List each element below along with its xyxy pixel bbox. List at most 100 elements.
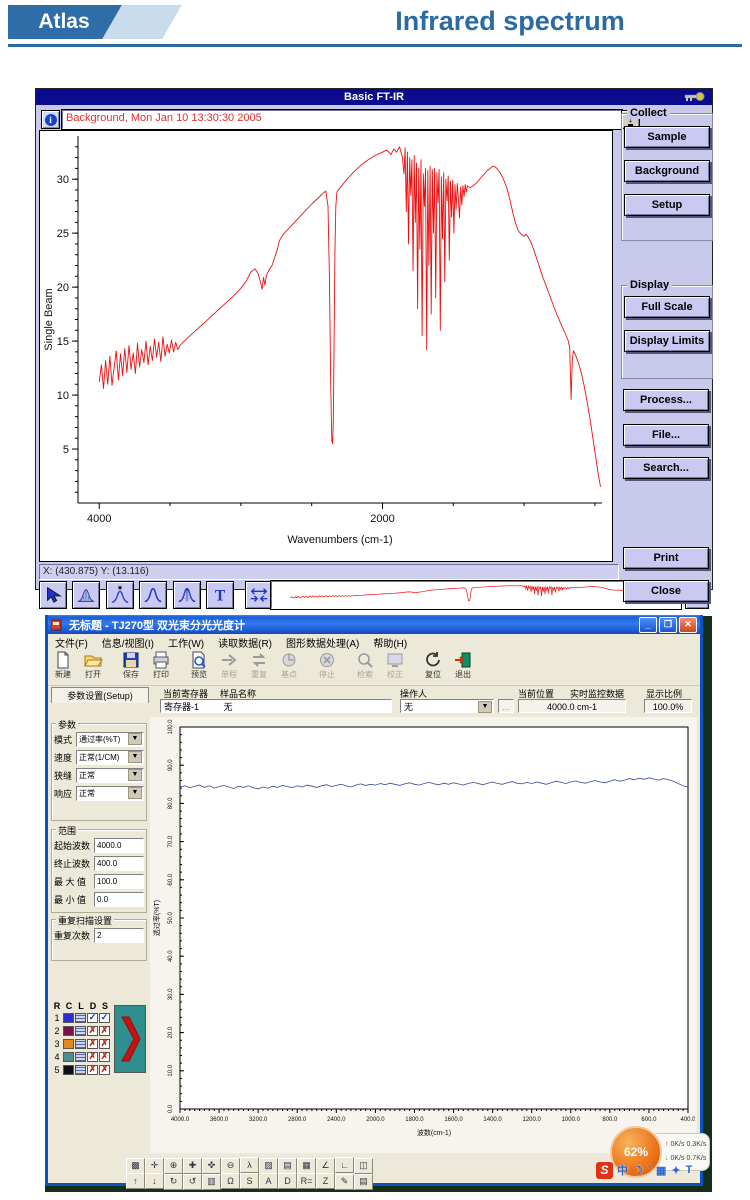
sogou-logo-icon[interactable]: S (596, 1162, 613, 1179)
register-color-swatch[interactable] (63, 1013, 74, 1023)
param-value[interactable]: 正常(1/CM)▼ (76, 750, 144, 765)
register-color-swatch[interactable] (63, 1065, 74, 1075)
combo-arrow-icon[interactable]: ▼ (128, 751, 142, 763)
spectrum-overview-strip[interactable] (271, 581, 681, 609)
menu-item[interactable]: 文件(F) (55, 635, 88, 650)
operator-combo[interactable]: 无 ▼ (400, 699, 494, 713)
graph-tool-button[interactable]: ↻ (164, 1174, 183, 1190)
register-save-checkbox[interactable]: ✗ (99, 1026, 110, 1036)
toolbar-preview-button[interactable]: 预览 (184, 650, 214, 683)
graph-tool-button[interactable]: ▥ (202, 1174, 221, 1190)
register-display-checkbox[interactable]: ✗ (87, 1052, 98, 1062)
toolbar-save-button[interactable]: 保存 (116, 650, 146, 683)
run-indicator-panel[interactable] (114, 1005, 146, 1073)
display-limits-button[interactable]: Display Limits (624, 330, 710, 352)
graph-tool-button[interactable]: Z (316, 1173, 335, 1189)
param-value[interactable]: 400.0 (94, 856, 144, 871)
register-linestyle-cell[interactable] (75, 1039, 86, 1049)
register-display-checkbox[interactable]: ✗ (87, 1026, 98, 1036)
info-button[interactable]: i (41, 110, 60, 129)
process-button[interactable]: Process... (623, 389, 709, 411)
graph-tool-button[interactable]: ↓ (145, 1173, 164, 1189)
file-button[interactable]: File... (623, 424, 709, 446)
menu-item[interactable]: 帮助(H) (373, 635, 407, 650)
tab-param-setup[interactable]: 参数设置(Setup) (51, 687, 149, 703)
register-linestyle-cell[interactable] (75, 1052, 86, 1062)
graph-tool-button[interactable]: ▤ (354, 1174, 373, 1190)
tj270-titlebar[interactable]: 无标题 - TJ270型 双光束分光光度计 _ ❐ ✕ (48, 615, 700, 634)
register-save-checkbox[interactable]: ✗ (99, 1039, 110, 1049)
register-display-checkbox[interactable]: ✗ (87, 1039, 98, 1049)
param-value[interactable]: 4000.0 (94, 838, 144, 853)
more-button[interactable]: ... (498, 699, 514, 713)
register-linestyle-cell[interactable] (75, 1065, 86, 1075)
param-value[interactable]: 正常▼ (76, 786, 144, 801)
toolbar-new-button[interactable]: 新建 (48, 650, 78, 683)
toolbar-reset-button[interactable]: 复位 (418, 650, 448, 683)
param-value[interactable]: 0.0 (94, 892, 144, 907)
register-save-checkbox[interactable]: ✗ (99, 1052, 110, 1062)
input-bar-icon[interactable]: ☽ (633, 1164, 643, 1177)
register-save-checkbox[interactable]: ✗ (99, 1065, 110, 1075)
register-combo[interactable]: 寄存器-1 无 (160, 699, 392, 713)
input-bar-icon[interactable]: ’ (648, 1164, 651, 1176)
toolbar-exit-button[interactable]: 退出 (448, 650, 478, 683)
full-scale-button[interactable]: Full Scale (624, 296, 710, 318)
combo-arrow-icon[interactable]: ▼ (128, 733, 142, 745)
print-button[interactable]: Print (623, 547, 709, 569)
graph-tool-button[interactable]: S (240, 1173, 259, 1189)
input-bar-icon[interactable]: 中 (617, 1162, 628, 1178)
menu-item[interactable]: 工作(W) (168, 635, 204, 650)
text-annotation-button[interactable]: T (206, 581, 234, 609)
input-bar-icon[interactable]: ✦ (671, 1164, 680, 1177)
menu-item[interactable]: 信息/视图(I) (102, 635, 154, 650)
spectrum-title-field[interactable]: Background, Mon Jan 10 13:30:30 2005 (62, 110, 622, 129)
minimize-button[interactable]: _ (639, 617, 657, 633)
register-color-swatch[interactable] (63, 1052, 74, 1062)
register-display-checkbox[interactable]: ✗ (87, 1065, 98, 1075)
search-button[interactable]: Search... (623, 457, 709, 479)
register-linestyle-cell[interactable] (75, 1026, 86, 1036)
graph-tool-button[interactable]: Ω (221, 1173, 240, 1189)
input-bar-icon[interactable]: T (686, 1164, 693, 1176)
graph-tool-button[interactable]: R= (297, 1173, 316, 1189)
select-cursor-button[interactable] (39, 581, 67, 609)
close-window-button[interactable]: ✕ (679, 617, 697, 633)
sample-button[interactable]: Sample (624, 126, 710, 148)
menu-item[interactable]: 图形数据处理(A) (286, 635, 359, 650)
ftir-titlebar[interactable]: Basic FT-IR (36, 89, 712, 105)
toolbar-open-button[interactable]: 打开 (78, 650, 108, 683)
register-color-swatch[interactable] (63, 1026, 74, 1036)
maximize-button[interactable]: ❐ (659, 617, 677, 633)
peak-outline-button[interactable] (139, 581, 167, 609)
peak-height-hatched-button[interactable] (173, 581, 201, 609)
register-display-checkbox[interactable]: ✓ (87, 1013, 98, 1023)
graph-tool-button[interactable]: ↑ (126, 1173, 145, 1189)
param-value[interactable]: 100.0 (94, 874, 144, 889)
full-width-button[interactable] (245, 581, 273, 609)
peak-area-hatched-button[interactable] (72, 581, 100, 609)
toolbar-print-button[interactable]: 打印 (146, 650, 176, 683)
setup-button[interactable]: Setup (624, 194, 710, 216)
graph-tool-button[interactable]: ↺ (183, 1174, 202, 1190)
ftir-chart[interactable]: 5101520253040002000Wavenumbers (cm-1)Sin… (39, 130, 613, 562)
graph-tool-button[interactable]: D (278, 1173, 297, 1189)
combo-arrow-icon[interactable]: ▼ (128, 769, 142, 781)
background-button[interactable]: Background (624, 160, 710, 182)
register-save-checkbox[interactable]: ✓ (99, 1013, 110, 1023)
graph-tool-button[interactable]: A (259, 1173, 278, 1189)
param-value[interactable]: 正常▼ (76, 768, 144, 783)
register-linestyle-cell[interactable] (75, 1013, 86, 1023)
menu-item[interactable]: 读取数据(R) (218, 635, 272, 650)
graph-tool-button[interactable]: ✎ (335, 1174, 354, 1190)
tj-chart[interactable]: 0.010.020.030.040.050.060.070.080.090.01… (150, 717, 697, 1153)
combo-arrow-icon[interactable]: ▼ (478, 701, 492, 713)
input-bar-icon[interactable]: ▦ (656, 1164, 666, 1177)
param-value[interactable]: 通过率(%T)▼ (76, 732, 144, 747)
combo-arrow-icon[interactable]: ▼ (128, 787, 142, 799)
param-label: 狭缝 (54, 769, 76, 782)
close-button[interactable]: Close (623, 580, 709, 602)
register-color-swatch[interactable] (63, 1039, 74, 1049)
param-value[interactable]: 2 (94, 928, 144, 943)
peak-pick-cursor-button[interactable] (106, 581, 134, 609)
